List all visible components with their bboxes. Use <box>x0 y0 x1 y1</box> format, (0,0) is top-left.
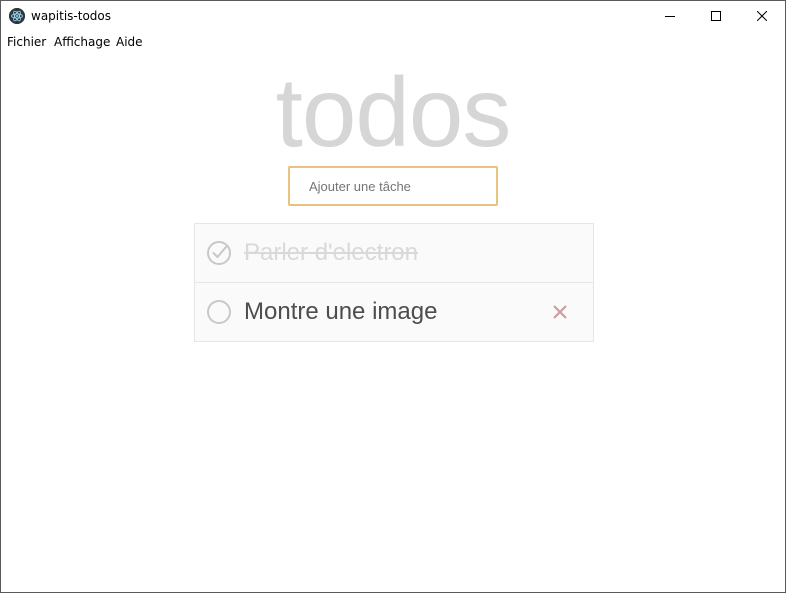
x-icon <box>553 305 567 319</box>
todo-label[interactable]: Montre une image <box>244 298 437 326</box>
delete-todo-button[interactable] <box>551 303 569 321</box>
maximize-button[interactable] <box>693 1 739 31</box>
maximize-icon <box>711 11 721 21</box>
menu-affichage[interactable]: Affichage <box>54 35 110 49</box>
todo-item: Montre une image <box>195 283 593 341</box>
menu-fichier[interactable]: Fichier <box>7 35 46 49</box>
todo-item: Parler d'electron <box>195 224 593 283</box>
title-bar[interactable]: wapitis-todos <box>1 1 785 31</box>
app-window: wapitis-todos Fichier Affichage Aide tod… <box>0 0 786 593</box>
todo-list: Parler d'electron Montre une image <box>194 223 594 342</box>
menu-aide[interactable]: Aide <box>116 35 143 49</box>
app-heading: todos <box>275 57 512 167</box>
circle-icon[interactable] <box>207 300 231 324</box>
todo-label[interactable]: Parler d'electron <box>244 239 418 267</box>
close-icon <box>757 11 767 21</box>
window-title: wapitis-todos <box>31 9 111 23</box>
menu-bar: Fichier Affichage Aide <box>1 31 785 51</box>
electron-icon <box>9 8 25 24</box>
minimize-button[interactable] <box>647 1 693 31</box>
new-todo-input[interactable] <box>288 166 498 206</box>
close-button[interactable] <box>739 1 785 31</box>
minimize-icon <box>665 16 675 17</box>
check-circle-icon[interactable] <box>207 241 231 265</box>
